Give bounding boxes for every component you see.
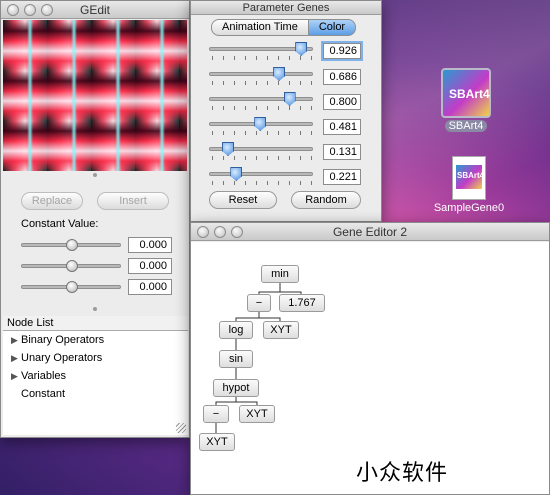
- close-button[interactable]: [7, 4, 19, 16]
- gedit-title: GEdit: [79, 3, 110, 17]
- parameter-slider-row: [209, 67, 313, 85]
- constant-slider[interactable]: [21, 281, 121, 293]
- gene-node[interactable]: log: [219, 321, 253, 339]
- parameter-slider[interactable]: [209, 117, 313, 135]
- minimize-button[interactable]: [214, 226, 226, 238]
- gedit-button-row: Replace Insert: [21, 192, 169, 210]
- parameter-slider-row: [209, 167, 313, 185]
- samplegene0-icon-label: SampleGene0: [433, 202, 505, 214]
- tab-animation-time[interactable]: Animation Time: [211, 19, 309, 36]
- list-item[interactable]: ▶ Binary Operators: [3, 331, 188, 349]
- constant-slider[interactable]: [21, 260, 121, 272]
- gene-editor-title: Gene Editor 2: [332, 225, 408, 239]
- parameter-slider-row: [209, 117, 313, 135]
- parameter-slider-row: [209, 92, 313, 110]
- parameter-slider[interactable]: [209, 167, 313, 185]
- parameter-slider[interactable]: [209, 142, 313, 160]
- fractal-preview-image: [3, 20, 187, 171]
- parameter-genes-titlebar[interactable]: Parameter Genes: [191, 1, 381, 15]
- disclosure-triangle-icon[interactable]: ▶: [11, 331, 21, 349]
- slider-knob[interactable]: [273, 67, 286, 81]
- gedit-window: GEdit Replace Insert Constant Value: 0.0…: [0, 0, 190, 438]
- document-icon: SBArt4: [452, 156, 486, 200]
- list-item-label: Binary Operators: [21, 334, 105, 346]
- gene-node[interactable]: 1.767: [279, 294, 325, 312]
- gene-node[interactable]: hypot: [213, 379, 259, 397]
- parameter-slider[interactable]: [209, 67, 313, 85]
- constant-value-field[interactable]: 0.000: [128, 237, 172, 253]
- desktop-icon-samplegene0[interactable]: SBArt4 SampleGene0: [424, 156, 514, 214]
- slider-knob[interactable]: [222, 142, 235, 156]
- parameter-value-field[interactable]: 0.131: [323, 144, 361, 160]
- parameter-slider-row: [209, 142, 313, 160]
- constant-value-label: Constant Value:: [21, 218, 99, 230]
- zoom-button[interactable]: [41, 4, 53, 16]
- document-icon-art-text: SBArt4: [457, 171, 485, 180]
- parameter-slider[interactable]: [209, 42, 313, 60]
- slider-knob[interactable]: [283, 92, 296, 106]
- list-item-label: Unary Operators: [21, 352, 103, 364]
- slider-knob[interactable]: [230, 167, 243, 181]
- parameter-slider[interactable]: [209, 92, 313, 110]
- parameter-slider-row: [209, 42, 313, 60]
- list-item[interactable]: ▶ Variables: [3, 367, 188, 385]
- window-controls: [197, 226, 243, 238]
- slider-knob[interactable]: [66, 239, 78, 251]
- list-item[interactable]: Constant: [3, 385, 188, 403]
- parameter-genes-window: Parameter Genes Animation Time Color 0.9…: [190, 0, 382, 222]
- random-button[interactable]: Random: [291, 191, 361, 209]
- slider-knob[interactable]: [66, 281, 78, 293]
- gene-node[interactable]: sin: [219, 350, 253, 368]
- sbart4-icon-art-text: SBArt4: [449, 87, 490, 101]
- parameter-genes-title: Parameter Genes: [242, 2, 330, 14]
- parameter-value-field[interactable]: 0.926: [323, 43, 361, 59]
- gene-node[interactable]: −: [247, 294, 271, 312]
- slider-knob[interactable]: [295, 42, 308, 56]
- close-button[interactable]: [197, 226, 209, 238]
- sbart4-app-icon: SBArt4: [441, 68, 491, 118]
- gene-node[interactable]: min: [261, 265, 299, 283]
- resize-grip-icon[interactable]: [176, 423, 186, 433]
- slider-knob[interactable]: [66, 260, 78, 272]
- gene-node[interactable]: XYT: [239, 405, 275, 423]
- constant-value-field[interactable]: 0.000: [128, 279, 172, 295]
- parameter-value-field[interactable]: 0.481: [323, 119, 361, 135]
- disclosure-triangle-icon[interactable]: ▶: [11, 367, 21, 385]
- constant-slider[interactable]: [21, 239, 121, 251]
- splitter-handle[interactable]: [93, 307, 97, 311]
- list-item-label: Variables: [21, 370, 67, 382]
- constant-slider-row: 0.000: [21, 258, 172, 274]
- sbart4-icon-label: SBArt4: [444, 120, 488, 132]
- list-item[interactable]: ▶ Unary Operators: [3, 349, 188, 367]
- gene-node[interactable]: XYT: [199, 433, 235, 451]
- parameter-value-field[interactable]: 0.221: [323, 169, 361, 185]
- constant-slider-row: 0.000: [21, 237, 172, 253]
- node-list: ▶ Binary Operators ▶ Unary Operators ▶ Vari…: [3, 331, 188, 435]
- parameter-value-field[interactable]: 0.686: [323, 69, 361, 85]
- node-list-header[interactable]: Node List: [3, 316, 188, 331]
- list-item-label: Constant: [21, 388, 66, 400]
- parameter-value-field[interactable]: 0.800: [323, 94, 361, 110]
- window-controls: [7, 4, 53, 16]
- replace-button[interactable]: Replace: [21, 192, 83, 210]
- tab-color[interactable]: Color: [308, 19, 357, 36]
- disclosure-triangle-icon[interactable]: ▶: [11, 349, 21, 367]
- watermark-text: 小众软件: [356, 460, 449, 485]
- zoom-button[interactable]: [231, 226, 243, 238]
- parameter-tabs: Animation Time Color: [211, 19, 357, 36]
- gene-editor-titlebar[interactable]: Gene Editor 2: [191, 223, 549, 241]
- splitter-handle[interactable]: [93, 173, 97, 177]
- gene-node[interactable]: −: [203, 405, 229, 423]
- minimize-button[interactable]: [24, 4, 36, 16]
- reset-button[interactable]: Reset: [209, 191, 277, 209]
- constant-value-field[interactable]: 0.000: [128, 258, 172, 274]
- gene-node[interactable]: XYT: [263, 321, 299, 339]
- insert-button[interactable]: Insert: [97, 192, 169, 210]
- slider-knob[interactable]: [254, 117, 267, 131]
- desktop-icon-sbart4[interactable]: SBArt4 SBArt4: [436, 68, 496, 132]
- constant-slider-row: 0.000: [21, 279, 172, 295]
- gedit-titlebar[interactable]: GEdit: [1, 1, 189, 19]
